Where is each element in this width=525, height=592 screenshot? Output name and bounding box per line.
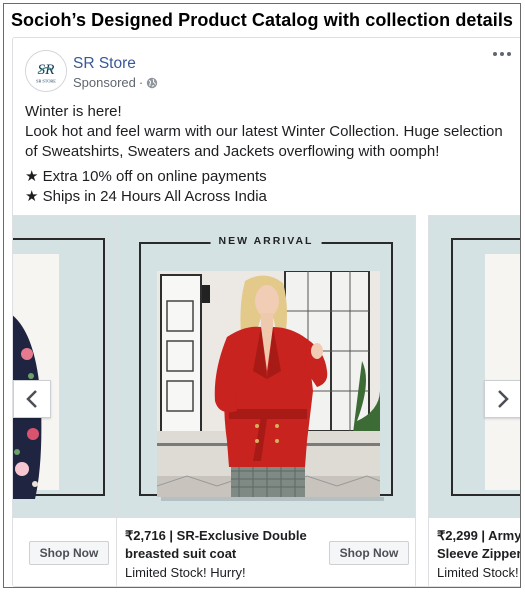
post-line-2: Look hot and feel warm with our latest W… xyxy=(25,123,503,160)
shop-now-button-center[interactable]: Shop Now xyxy=(329,541,409,565)
product-image-left[interactable] xyxy=(13,216,117,518)
product-title-right[interactable]: ₹2,299 | Army Sleeve Zipper xyxy=(437,527,520,563)
product-image-center[interactable]: NEW ARRIVAL xyxy=(117,216,415,518)
bullet-1: ★ Extra 10% off on online payments xyxy=(25,168,267,185)
product-subtitle-center: Limited Stock! Hurry! xyxy=(125,565,246,580)
product-title-center[interactable]: ₹2,716 | SR-Exclusive Double breasted su… xyxy=(125,527,325,563)
product-subtitle-right: Limited Stock! H xyxy=(437,565,520,580)
sponsored-row: Sponsored · xyxy=(73,75,158,90)
bullet-2: ★ Ships in 24 Hours All Across India xyxy=(25,188,267,205)
chevron-right-icon[interactable] xyxy=(484,380,520,418)
shop-now-button-left[interactable]: Shop Now xyxy=(29,541,109,565)
svg-text:SR STORE: SR STORE xyxy=(36,78,56,83)
chevron-left-icon[interactable] xyxy=(13,380,51,418)
page-name-link[interactable]: SR Store xyxy=(73,55,136,73)
screenshot-frame: Socioh’s Designed Product Catalog with c… xyxy=(3,3,521,588)
product-carousel: Shop Now NEW ARRIVAL ₹2,716 | SR-Exclusi… xyxy=(13,215,520,586)
globe-icon xyxy=(146,77,158,89)
sr-store-logo: SR SR STORE xyxy=(26,51,66,91)
product-image-right[interactable] xyxy=(429,216,520,518)
carousel-card-center[interactable]: NEW ARRIVAL ₹2,716 | SR-Exclusive Double… xyxy=(116,215,416,586)
sponsored-label[interactable]: Sponsored xyxy=(73,75,136,90)
more-options-icon[interactable] xyxy=(493,52,511,56)
post-body: Winter is here! Look hot and feel warm w… xyxy=(25,102,515,207)
new-arrival-banner: NEW ARRIVAL xyxy=(210,235,322,247)
caption-title: Socioh’s Designed Product Catalog with c… xyxy=(10,10,514,30)
model-photo xyxy=(157,271,380,497)
sponsored-post: SR SR STORE SR Store Sponsored · Winter … xyxy=(12,37,520,587)
separator-dot: · xyxy=(138,75,144,90)
page-avatar[interactable]: SR SR STORE xyxy=(25,50,67,92)
post-line-1: Winter is here! xyxy=(25,103,122,120)
